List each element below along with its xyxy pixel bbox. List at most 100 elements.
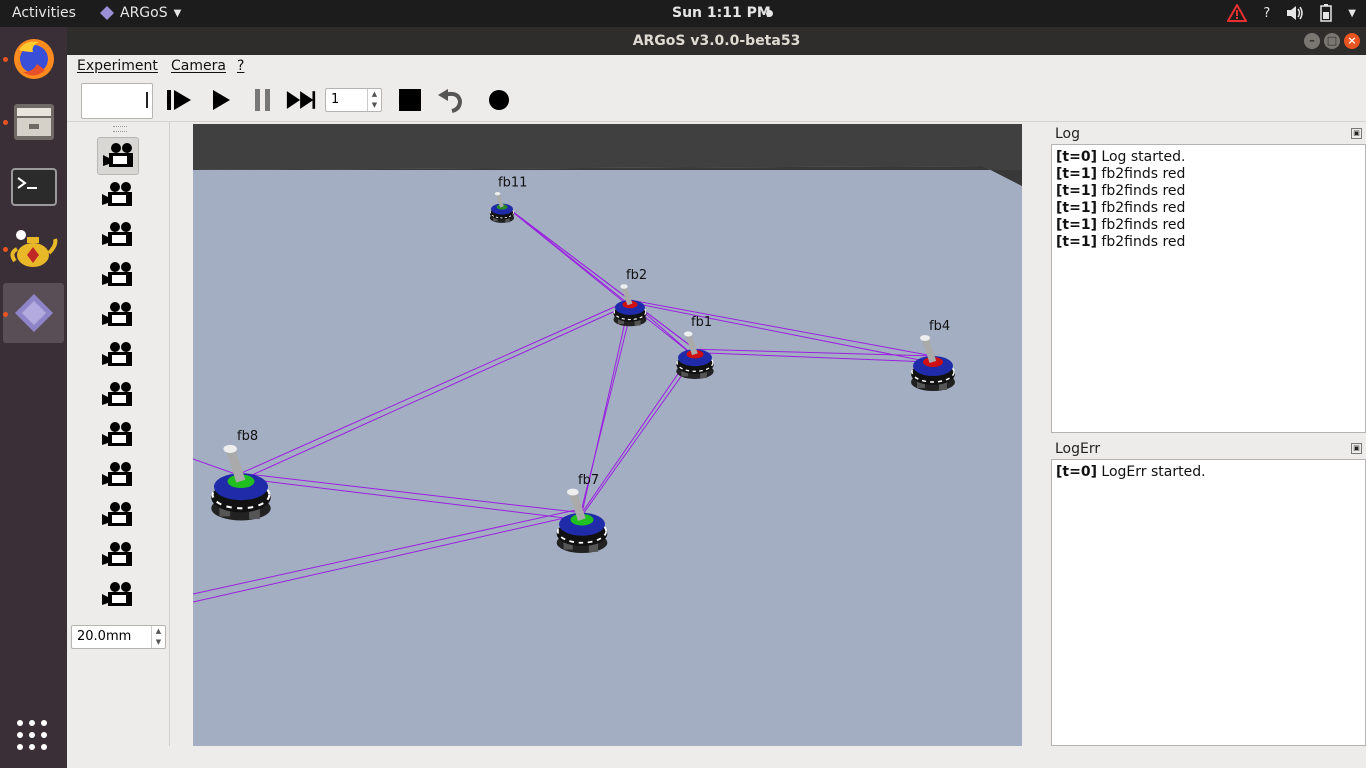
log-line: [t=1] fb2finds red xyxy=(1056,166,1361,183)
volume-icon[interactable] xyxy=(1286,5,1304,21)
robot-fb2[interactable] xyxy=(613,284,647,327)
reset-icon xyxy=(438,89,463,113)
step-button[interactable] xyxy=(164,85,194,115)
robot-label: fb8 xyxy=(237,429,258,444)
pause-button[interactable] xyxy=(248,85,278,115)
app-menu-label: ARGoS xyxy=(120,5,168,21)
maximize-button[interactable]: □ xyxy=(1324,33,1340,49)
show-apps-icon[interactable] xyxy=(16,719,48,755)
logerr-panel-header: LogErr ▣ xyxy=(1051,439,1366,459)
system-menu-icon[interactable]: ▼ xyxy=(1348,8,1356,19)
log-line: [t=1] fb2finds red xyxy=(1056,234,1361,251)
log-message: fb2finds red xyxy=(1096,166,1186,182)
camera-button-9[interactable] xyxy=(97,457,137,493)
close-button[interactable]: × xyxy=(1344,33,1360,49)
robot-fb4[interactable] xyxy=(911,335,955,391)
stop-button[interactable] xyxy=(395,85,425,115)
window-controls: – □ × xyxy=(1304,33,1360,49)
menu-experiment[interactable]: Experiment xyxy=(77,58,158,74)
robots-layer: fb11 fb2 fb1 fb4 fb8 fb7 xyxy=(211,176,955,554)
range-ray xyxy=(240,472,583,514)
camera-button-6[interactable] xyxy=(97,337,137,373)
grid-icon xyxy=(17,720,47,750)
camera-panel: 20.0mm ▲ ▼ xyxy=(67,122,170,746)
battery-icon[interactable] xyxy=(1320,4,1333,22)
log-output[interactable]: [t=0] Log started. [t=1] fb2finds red [t=1… xyxy=(1051,144,1366,433)
log-timestamp: [t=1] xyxy=(1056,183,1097,199)
dock-terminal[interactable] xyxy=(3,157,64,217)
activities-button[interactable]: Activities xyxy=(12,5,76,21)
fast-forward-steps-spinbox[interactable]: 1 ▲ ▼ xyxy=(325,88,382,112)
camera-button-5[interactable] xyxy=(97,297,137,333)
robot-label: fb2 xyxy=(626,268,647,283)
minimize-button[interactable]: – xyxy=(1304,33,1320,49)
camera-button-2[interactable] xyxy=(97,177,137,213)
log-panel-header: Log ▣ xyxy=(1051,124,1366,144)
fast-forward-button[interactable] xyxy=(286,85,316,115)
camera-icon xyxy=(102,582,132,606)
steps-value: 1 xyxy=(331,92,340,107)
camera-button-7[interactable] xyxy=(97,377,137,413)
range-ray xyxy=(243,478,580,521)
menu-camera[interactable]: Camera xyxy=(171,58,226,74)
camera-icon xyxy=(102,302,132,326)
camera-icon xyxy=(102,422,132,446)
warning-icon[interactable] xyxy=(1227,4,1248,22)
camera-button-11[interactable] xyxy=(97,537,137,573)
robot-label: fb1 xyxy=(691,315,712,330)
dock-files[interactable] xyxy=(3,92,64,152)
camera-button-8[interactable] xyxy=(97,417,137,453)
camera-icon xyxy=(102,382,132,406)
range-ray xyxy=(504,205,693,355)
focal-length-spinbox[interactable]: 20.0mm ▲ ▼ xyxy=(71,625,166,649)
clock-cursor xyxy=(146,92,148,108)
log-line: [t=0] Log started. xyxy=(1056,149,1361,166)
log-line: [t=0] LogErr started. xyxy=(1056,464,1361,481)
robot-fb7[interactable] xyxy=(556,488,608,554)
camera-button-4[interactable] xyxy=(97,257,137,293)
reset-button[interactable] xyxy=(435,85,465,115)
log-timestamp: [t=1] xyxy=(1056,217,1097,233)
float-panel-icon[interactable]: ▣ xyxy=(1351,128,1362,139)
robot-fb8[interactable] xyxy=(211,444,271,521)
clock[interactable]: Sun 1:11 PM xyxy=(672,5,771,21)
logerr-output[interactable]: [t=0] LogErr started. xyxy=(1051,459,1366,746)
spin-arrows-icon[interactable]: ▲ ▼ xyxy=(151,626,165,648)
panel-grip[interactable] xyxy=(113,126,127,132)
spin-arrows-icon[interactable]: ▲ ▼ xyxy=(367,89,381,111)
camera-button-1[interactable] xyxy=(97,137,139,175)
stop-icon xyxy=(399,89,421,111)
log-line: [t=1] fb2finds red xyxy=(1056,183,1361,200)
status-bar xyxy=(67,746,1366,768)
range-ray xyxy=(240,299,631,474)
gnome-top-bar: Activities ARGoS ▼ Sun 1:11 PM ? ▼ xyxy=(0,0,1366,27)
dock-argos[interactable] xyxy=(3,283,64,343)
camera-button-10[interactable] xyxy=(97,497,137,533)
camera-icon xyxy=(103,143,133,167)
robot-fb11[interactable] xyxy=(489,192,515,223)
window-titlebar[interactable]: ARGoS v3.0.0-beta53 – □ × xyxy=(67,27,1366,55)
camera-button-3[interactable] xyxy=(97,217,137,253)
menu-bar: Experiment Camera ? xyxy=(67,55,1366,79)
log-line: [t=1] fb2finds red xyxy=(1056,200,1361,217)
dock-firefox[interactable] xyxy=(3,29,64,89)
menu-help[interactable]: ? xyxy=(237,58,244,74)
range-ray xyxy=(697,352,931,363)
opengl-viewport[interactable]: fb11 fb2 fb1 fb4 fb8 fb7 xyxy=(193,124,1022,746)
robot-label: fb4 xyxy=(929,319,950,334)
app-menu[interactable]: ARGoS ▼ xyxy=(100,5,181,21)
float-panel-icon[interactable]: ▣ xyxy=(1351,443,1362,454)
camera-icon xyxy=(102,182,132,206)
camera-button-12[interactable] xyxy=(97,577,137,613)
step-icon xyxy=(167,90,191,110)
record-button[interactable] xyxy=(484,85,514,115)
range-ray xyxy=(578,352,699,520)
play-button[interactable] xyxy=(206,85,236,115)
notification-dot-icon xyxy=(766,10,773,17)
dock-teapot[interactable] xyxy=(3,219,64,279)
chevron-down-icon: ▼ xyxy=(173,7,182,19)
help-icon[interactable]: ? xyxy=(1263,6,1270,21)
system-tray[interactable]: ? ▼ xyxy=(1227,4,1356,22)
robot-fb1[interactable] xyxy=(676,331,714,379)
clock-display xyxy=(81,83,153,119)
